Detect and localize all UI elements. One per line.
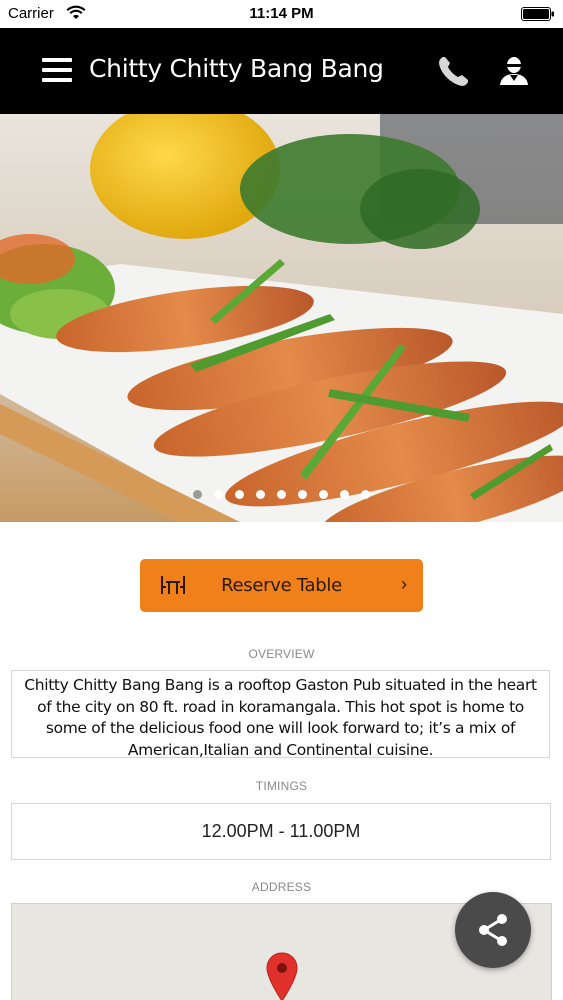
address-heading: ADDRESS <box>251 880 312 894</box>
chevron-right-icon: › <box>401 574 407 594</box>
carousel-dot[interactable] <box>298 490 307 499</box>
share-icon <box>479 914 507 946</box>
carousel-dot[interactable] <box>277 490 286 499</box>
carousel-dot[interactable] <box>361 490 370 499</box>
carousel-dot[interactable] <box>340 490 349 499</box>
carousel-dot[interactable] <box>193 490 202 499</box>
carousel-dot[interactable] <box>235 490 244 499</box>
status-bar: Carrier 11:14 PM <box>0 0 563 28</box>
menu-icon[interactable] <box>42 57 72 83</box>
reserve-table-button[interactable]: Reserve Table › <box>140 559 423 612</box>
overview-text: Chitty Chitty Bang Bang is a rooftop Gas… <box>11 670 550 759</box>
share-button[interactable] <box>455 892 531 968</box>
status-time: 11:14 PM <box>249 5 314 22</box>
timings-value: 12.00PM - 11.00PM <box>11 803 551 860</box>
phone-icon[interactable] <box>437 54 471 88</box>
profile-icon[interactable] <box>498 55 530 87</box>
carousel-dot[interactable] <box>214 490 223 499</box>
carousel-dots <box>0 490 563 500</box>
carousel-dot[interactable] <box>256 490 265 499</box>
map-pin-icon <box>266 952 298 1000</box>
carousel-dot[interactable] <box>319 490 328 499</box>
app-bar: Chitty Chitty Bang Bang <box>0 28 563 114</box>
page-title: Chitty Chitty Bang Bang <box>89 54 384 83</box>
timings-heading: TIMINGS <box>255 779 308 793</box>
battery-icon <box>521 7 554 21</box>
food-photo <box>0 114 563 522</box>
reserve-table-label: Reserve Table <box>221 575 342 596</box>
screen: Carrier 11:14 PM Chitty Chitty Bang Bang <box>0 0 563 1000</box>
hero-image[interactable] <box>0 114 563 522</box>
overview-heading: OVERVIEW <box>248 647 315 661</box>
